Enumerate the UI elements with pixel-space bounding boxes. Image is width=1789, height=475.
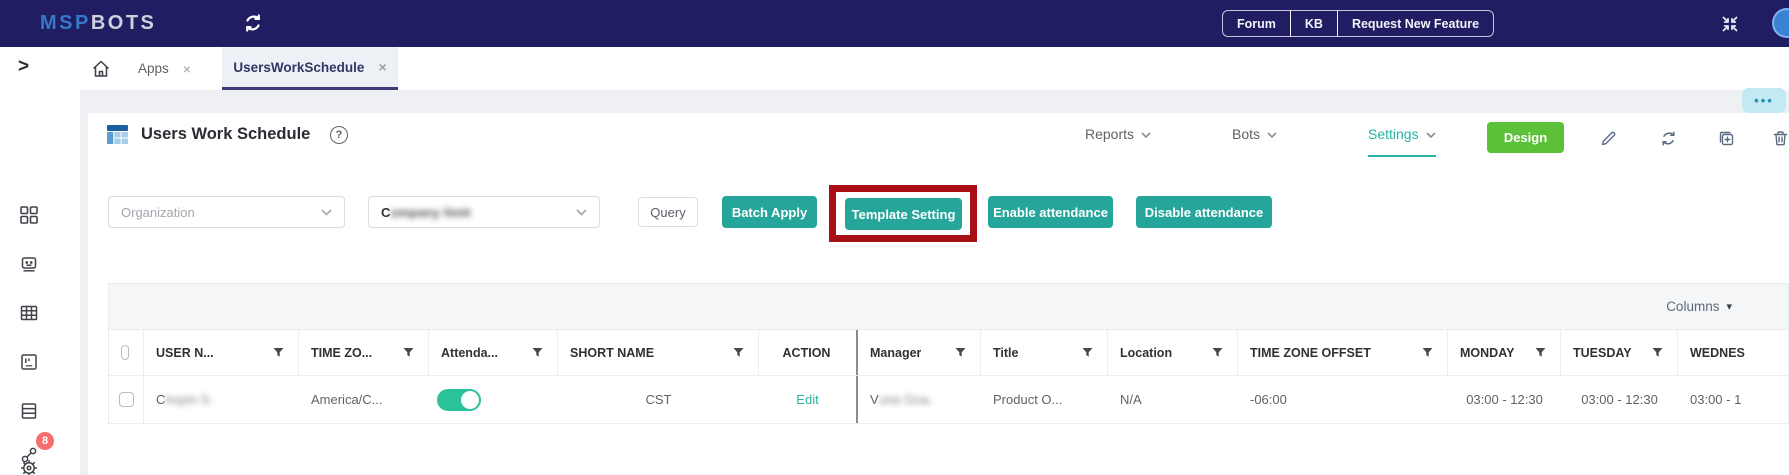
cell-title: Product O... — [993, 392, 1063, 407]
refresh-icon[interactable] — [1660, 130, 1677, 147]
cell-manager: Vuna Goa. — [856, 376, 981, 423]
user-avatar[interactable] — [1772, 8, 1789, 38]
cell-action: Edit — [759, 376, 856, 423]
cell-user-name: Chopin S. — [156, 392, 214, 407]
disable-attendance-button[interactable]: Disable attendance — [1136, 196, 1272, 228]
cell-select — [109, 376, 144, 423]
filter-funnel-icon[interactable] — [532, 347, 543, 358]
column-header-time-zone[interactable]: TIME ZO... — [299, 330, 429, 375]
query-button[interactable]: Query — [638, 197, 698, 227]
copy-icon[interactable] — [1718, 130, 1735, 147]
refresh-icon[interactable] — [243, 13, 263, 33]
filter-funnel-icon[interactable] — [273, 347, 284, 358]
edit-link[interactable]: Edit — [796, 392, 818, 407]
kb-button[interactable]: KB — [1289, 10, 1338, 37]
edit-pencil-icon[interactable] — [1600, 130, 1617, 147]
filter-funnel-icon[interactable] — [403, 347, 414, 358]
cell-monday: 03:00 - 12:30 — [1466, 392, 1543, 407]
filter-funnel-icon[interactable] — [1422, 347, 1433, 358]
fullscreen-collapse-icon[interactable] — [1722, 16, 1738, 32]
settings-menu[interactable]: Settings — [1368, 126, 1436, 157]
column-header-location[interactable]: Location — [1108, 330, 1238, 375]
caret-down-icon: ▾ — [1726, 301, 1732, 313]
cell-time-zone: America/C... — [311, 392, 383, 407]
batch-apply-button[interactable]: Batch Apply — [722, 196, 817, 228]
close-icon[interactable]: × — [378, 59, 386, 75]
design-button[interactable]: Design — [1487, 122, 1564, 153]
sidebar-expand-chevron-icon[interactable]: > — [18, 56, 42, 82]
redacted-text: ompany limit — [390, 204, 471, 220]
filter-funnel-icon[interactable] — [1535, 347, 1546, 358]
bot-icon[interactable] — [19, 254, 39, 274]
cell-short-name: CST — [645, 392, 672, 407]
reports-menu[interactable]: Reports — [1085, 126, 1151, 155]
attendance-toggle[interactable] — [437, 388, 481, 411]
app-table-icon — [106, 123, 129, 146]
filter-funnel-icon[interactable] — [955, 347, 966, 358]
company-value: Company limit — [381, 204, 471, 220]
column-header-attendance[interactable]: Attenda... — [429, 330, 558, 375]
redacted-text: una Goa. — [878, 392, 933, 407]
notification-badge: 8 — [36, 432, 54, 450]
left-sidebar: 8 — [0, 90, 80, 475]
template-setting-button[interactable]: Template Setting — [845, 198, 962, 230]
close-icon[interactable]: × — [183, 61, 191, 77]
column-header-tuesday[interactable]: TUESDAY — [1561, 330, 1678, 375]
column-header-time-zone-offset[interactable]: TIME ZONE OFFSET — [1238, 330, 1448, 375]
home-icon[interactable] — [90, 58, 112, 80]
column-header-short-name[interactable]: SHORT NAME — [558, 330, 759, 375]
tab-users-work-schedule[interactable]: UsersWorkSchedule × — [222, 47, 398, 90]
delete-trash-icon[interactable] — [1772, 130, 1789, 147]
request-new-feature-button[interactable]: Request New Feature — [1336, 10, 1495, 37]
help-icon[interactable]: ? — [330, 126, 348, 144]
schedule-table-panel: Columns ▾ USER N... TIME ZO... Attenda... S… — [108, 283, 1789, 424]
cell-tuesday: 03:00 - 12:30 — [1581, 392, 1658, 407]
apps-grid-icon[interactable] — [19, 205, 39, 225]
column-header-wednesday: WEDNES — [1678, 330, 1788, 375]
columns-menu-button[interactable]: Columns ▾ — [1666, 299, 1732, 314]
more-options-button[interactable]: ••• — [1742, 88, 1786, 113]
redacted-text: hopin S. — [165, 392, 214, 407]
top-navbar: MSPBOTS Forum KB Request New Feature — [0, 0, 1789, 47]
table-toolbar: Columns ▾ — [109, 284, 1788, 330]
dataset-list-icon[interactable] — [19, 401, 39, 421]
company-select[interactable]: Company limit — [368, 196, 600, 228]
cell-location: N/A — [1120, 392, 1142, 407]
page-title: Users Work Schedule — [141, 125, 311, 143]
cell-attendance — [429, 376, 558, 423]
bots-menu[interactable]: Bots — [1232, 126, 1277, 155]
cell-wednesday: 03:00 - 1 — [1690, 392, 1742, 407]
organization-select[interactable]: Organization — [108, 196, 345, 228]
table-row: Chopin S. America/C... CST Edit Vuna Goa. Pro… — [109, 376, 1788, 424]
dashboard-icon[interactable] — [19, 352, 39, 372]
navbar-button-group: Forum KB Request New Feature — [1222, 10, 1495, 37]
filter-funnel-icon[interactable] — [1082, 347, 1093, 358]
gear-icon[interactable] — [19, 458, 39, 475]
mspbots-logo[interactable]: MSPBOTS — [40, 12, 156, 35]
filter-funnel-icon[interactable] — [1212, 347, 1223, 358]
table-grid-icon[interactable] — [19, 303, 39, 323]
column-header-select — [109, 330, 144, 375]
filter-funnel-icon[interactable] — [733, 347, 744, 358]
column-header-action: ACTION — [782, 345, 831, 360]
cell-time-zone-offset: -06:00 — [1250, 392, 1287, 407]
column-header-manager[interactable]: Manager — [856, 330, 981, 375]
column-header-monday[interactable]: MONDAY — [1448, 330, 1561, 375]
organization-placeholder: Organization — [121, 204, 195, 220]
table-header-row: USER N... TIME ZO... Attenda... SHORT NAME A… — [109, 330, 1788, 376]
enable-attendance-button[interactable]: Enable attendance — [988, 196, 1113, 228]
select-all-checkbox[interactable] — [121, 345, 129, 360]
column-header-user-name[interactable]: USER N... — [144, 330, 299, 375]
filter-funnel-icon[interactable] — [1652, 347, 1663, 358]
column-header-title[interactable]: Title — [981, 330, 1108, 375]
forum-button[interactable]: Forum — [1222, 10, 1291, 37]
row-checkbox[interactable] — [118, 392, 134, 407]
